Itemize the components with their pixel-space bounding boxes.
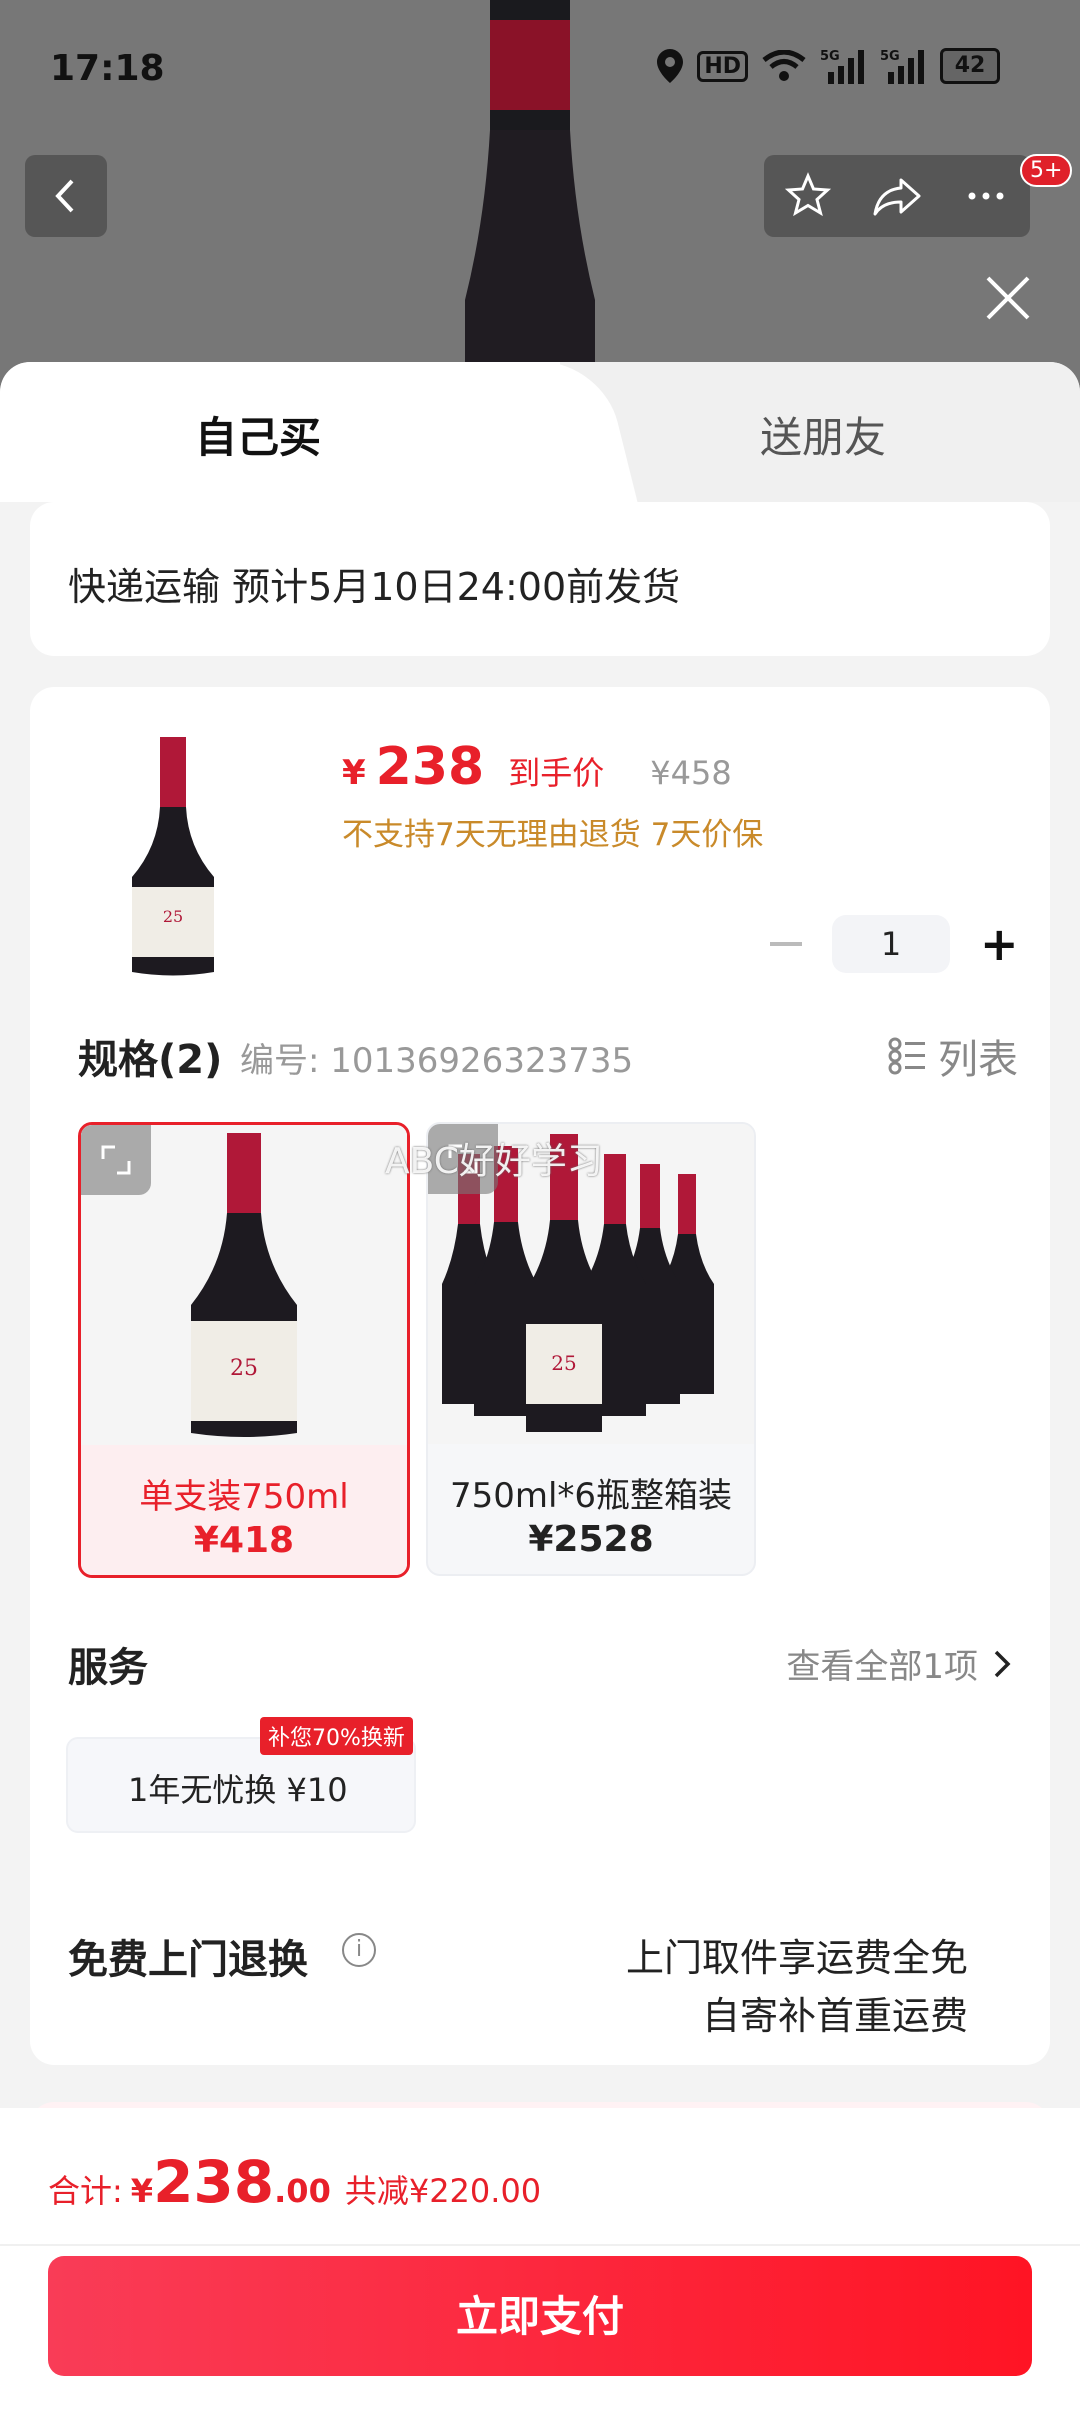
- total-reduction: 共减¥220.00: [344, 2172, 542, 2210]
- close-icon[interactable]: [980, 270, 1036, 326]
- service-badge: 补您70%换新: [260, 1717, 413, 1755]
- product-image[interactable]: 25: [118, 737, 228, 977]
- status-bar: 17:18 HD 5G 5G 42: [0, 0, 1080, 140]
- share-icon[interactable]: [871, 172, 923, 220]
- location-icon: [657, 49, 684, 83]
- signal-5g-icon-2: 5G: [880, 49, 924, 84]
- quantity-stepper: 1 +: [770, 915, 1019, 973]
- info-icon[interactable]: i: [342, 1933, 376, 1967]
- option-label: 750ml*6瓶整箱装 ¥2528: [428, 1444, 754, 1574]
- svg-text:5G: 5G: [820, 49, 840, 64]
- option-label: 单支装750ml ¥418: [81, 1445, 407, 1575]
- option-name: 单支装750ml: [139, 1477, 349, 1517]
- option-price: ¥2528: [528, 1519, 654, 1560]
- tab-buy-for-self[interactable]: 自己买: [195, 404, 321, 465]
- purchase-sheet: 自己买 送朋友 快递运输 预计5月10日24:00前发货 25 ¥ 238 到手…: [0, 362, 1080, 2412]
- wifi-icon: [762, 50, 806, 81]
- price-value: 238: [375, 737, 485, 797]
- status-icons: HD 5G 5G 42: [657, 48, 1000, 84]
- service-see-all[interactable]: 查看全部1项: [786, 1639, 1012, 1688]
- spec-header: 规格(2) 编号: 10136926323735 列表: [78, 1027, 1018, 1083]
- more-icon[interactable]: [962, 172, 1010, 220]
- service-see-all-label: 查看全部1项: [786, 1647, 978, 1687]
- total-decimal: .00: [274, 2172, 331, 2210]
- battery-icon: 42: [940, 48, 1000, 84]
- svg-text:25: 25: [163, 907, 183, 926]
- original-price: ¥458: [650, 754, 732, 792]
- top-actions: [764, 155, 1030, 237]
- price-tag: 到手价: [508, 754, 605, 792]
- chevron-left-icon: [55, 179, 74, 213]
- expand-icon[interactable]: [81, 1125, 151, 1195]
- list-view-button[interactable]: 列表: [888, 1027, 1018, 1085]
- minus-icon[interactable]: [770, 942, 802, 946]
- tab-send-to-friend[interactable]: 送朋友: [760, 404, 886, 465]
- return-line-1: 上门取件享运费全免: [625, 1936, 968, 1980]
- product-code: 编号: 10136926323735: [240, 1041, 634, 1081]
- message-badge: 5+: [1020, 154, 1073, 187]
- total-amount: 238: [153, 2148, 275, 2216]
- back-button[interactable]: [25, 155, 107, 237]
- hd-icon: HD: [697, 50, 748, 82]
- chevron-right-icon: [994, 1650, 1011, 1677]
- spec-option-single[interactable]: 25 单支装750ml ¥418: [78, 1122, 410, 1578]
- option-name: 750ml*6瓶整箱装: [449, 1476, 733, 1516]
- total-row: 合计: ¥ 238 .00 共减¥220.00: [48, 2148, 541, 2216]
- shipping-text: 快递运输 预计5月10日24:00前发货: [68, 565, 681, 609]
- signal-5g-icon: 5G: [820, 49, 864, 84]
- total-symbol: ¥: [130, 2172, 154, 2210]
- watermark-text: ABC好好学习: [385, 1141, 603, 1182]
- status-time: 17:18: [50, 48, 165, 89]
- divider: [0, 2244, 1080, 2246]
- free-return-title: 免费上门退换: [68, 1937, 308, 1983]
- service-title: 服务: [68, 1645, 148, 1691]
- return-notice: 不支持7天无理由退货 7天价保: [342, 817, 764, 853]
- option-price: ¥418: [193, 1520, 295, 1561]
- price-symbol: ¥: [342, 753, 366, 793]
- return-line-2: 自寄补首重运费: [701, 1994, 968, 2038]
- price-row: ¥ 238 到手价 ¥458: [342, 737, 732, 797]
- quantity-value[interactable]: 1: [832, 915, 950, 973]
- plus-icon[interactable]: +: [980, 921, 1019, 967]
- list-label: 列表: [938, 1037, 1018, 1083]
- checkout-footer: 合计: ¥ 238 .00 共减¥220.00 立即支付: [0, 2108, 1080, 2412]
- svg-text:25: 25: [230, 1356, 258, 1381]
- svg-text:5G: 5G: [880, 49, 900, 64]
- product-card: 25 ¥ 238 到手价 ¥458 不支持7天无理由退货 7天价保 1 + 规格…: [30, 687, 1050, 2065]
- star-icon[interactable]: [784, 172, 832, 220]
- svg-text:25: 25: [551, 1351, 576, 1375]
- spec-option-case[interactable]: 25 750ml*6瓶整箱装 ¥2528: [426, 1122, 756, 1576]
- pay-now-button[interactable]: 立即支付: [48, 2256, 1032, 2376]
- total-label: 合计:: [48, 2172, 123, 2210]
- shipping-card: 快递运输 预计5月10日24:00前发货: [30, 502, 1050, 656]
- list-icon: [888, 1037, 925, 1075]
- service-option-label: 1年无忧换 ¥10: [128, 1771, 348, 1809]
- spec-title: 规格(2): [78, 1037, 223, 1083]
